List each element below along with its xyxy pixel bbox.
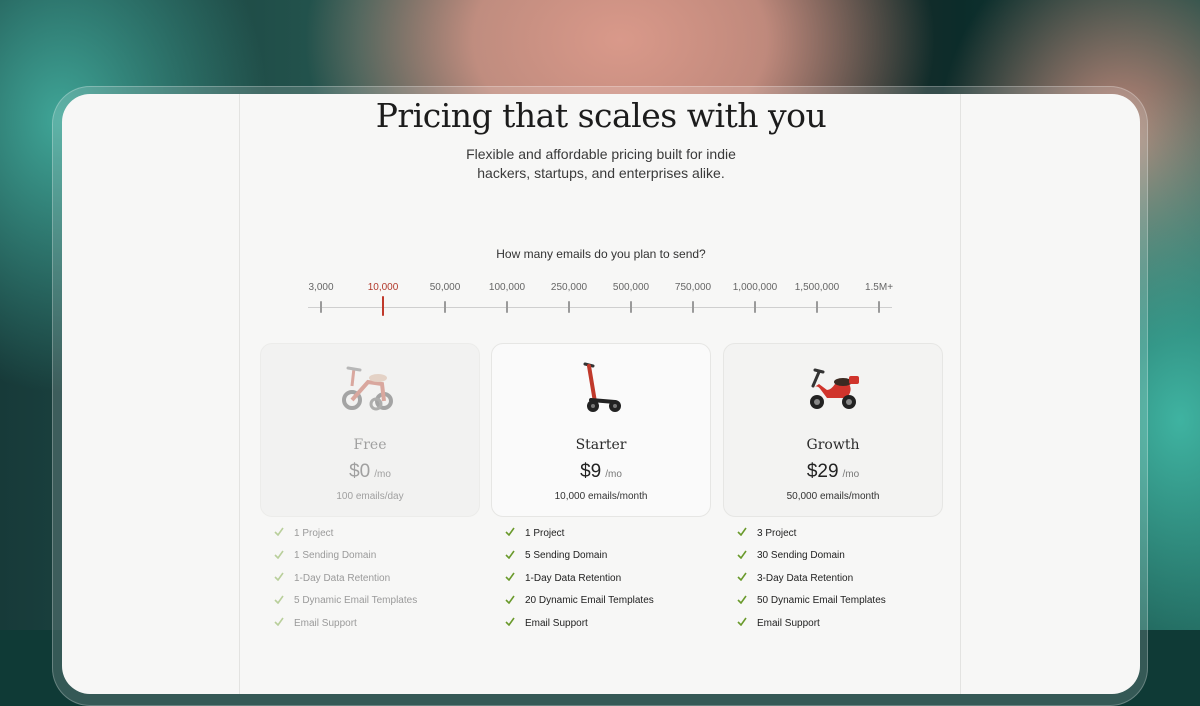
feature-label: 1 Project <box>294 527 334 539</box>
plan-card-starter[interactable]: Starter $9/mo 10,000 emails/month <box>491 343 711 517</box>
tick-mark <box>816 301 818 313</box>
check-icon <box>274 550 284 562</box>
feature-label: 20 Dynamic Email Templates <box>525 595 654 607</box>
tick-label[interactable]: 50,000 <box>430 282 461 293</box>
plan-volume: 50,000 emails/month <box>786 491 880 502</box>
page-subtitle: Flexible and affordable pricing built fo… <box>451 145 751 183</box>
tick-mark <box>754 301 756 313</box>
feature-label: 1-Day Data Retention <box>294 572 391 584</box>
tick-mark <box>444 301 446 313</box>
volume-slider[interactable]: 3,000 10,000 50,000 100,000 250,000 500,… <box>308 282 893 322</box>
tick-label[interactable]: 10,000 <box>368 282 399 293</box>
plan-price: $0/mo <box>261 461 479 483</box>
feature-item: 1 Project <box>260 522 478 545</box>
feature-item: 3-Day Data Retention <box>723 567 941 590</box>
tick-mark <box>506 301 508 313</box>
check-icon <box>274 595 284 607</box>
feature-item: 5 Sending Domain <box>491 545 709 568</box>
plan-card-growth[interactable]: Growth $29/mo 50,000 emails/month <box>723 343 943 517</box>
check-icon <box>505 617 515 629</box>
feature-item: Email Support <box>723 612 941 635</box>
price-amount: $9 <box>580 461 602 482</box>
feature-item: Email Support <box>260 612 478 635</box>
tick-label[interactable]: 1,500,000 <box>795 282 840 293</box>
page-title: Pricing that scales with you <box>375 96 827 135</box>
feature-item: 1 Project <box>491 522 709 545</box>
feature-label: 30 Sending Domain <box>757 550 845 562</box>
feature-item: Email Support <box>491 612 709 635</box>
check-icon <box>505 550 515 562</box>
check-icon <box>737 550 747 562</box>
scooter-icon <box>492 360 710 418</box>
plan-name: Starter <box>575 437 627 453</box>
tick-mark <box>320 301 322 313</box>
tick-label[interactable]: 3,000 <box>308 282 333 293</box>
feature-item: 1-Day Data Retention <box>491 567 709 590</box>
price-period: /mo <box>842 469 860 480</box>
pricing-card: Pricing that scales with you Flexible an… <box>62 94 1140 694</box>
subtitle-line: Flexible and affordable pricing built fo… <box>466 146 736 162</box>
tick-label[interactable]: 750,000 <box>675 282 711 293</box>
feature-label: 50 Dynamic Email Templates <box>757 595 886 607</box>
feature-item: 1-Day Data Retention <box>260 567 478 590</box>
slider-track[interactable] <box>308 307 892 308</box>
feature-list-free: 1 Project 1 Sending Domain 1-Day Data Re… <box>260 522 478 635</box>
feature-item: 5 Dynamic Email Templates <box>260 590 478 613</box>
plan-name: Growth <box>806 437 860 453</box>
feature-label: Email Support <box>294 617 357 629</box>
feature-label: 5 Dynamic Email Templates <box>294 595 418 607</box>
feature-label: Email Support <box>525 617 588 629</box>
check-icon <box>737 595 747 607</box>
feature-label: Email Support <box>757 617 820 629</box>
slider-handle[interactable] <box>382 296 384 316</box>
feature-label: 1 Sending Domain <box>294 550 377 562</box>
plan-volume: 10,000 emails/month <box>554 491 648 502</box>
check-icon <box>505 595 515 607</box>
check-icon <box>737 527 747 539</box>
check-icon <box>274 527 284 539</box>
tick-label[interactable]: 500,000 <box>613 282 649 293</box>
plan-card-free[interactable]: Free $0/mo 100 emails/day <box>260 343 480 517</box>
check-icon <box>505 527 515 539</box>
tick-label[interactable]: 250,000 <box>551 282 587 293</box>
subtitle-line: hackers, startups, and enterprises alike… <box>477 165 725 181</box>
volume-question: How many emails do you plan to send? <box>496 247 706 261</box>
tick-label[interactable]: 100,000 <box>489 282 525 293</box>
feature-item: 50 Dynamic Email Templates <box>723 590 941 613</box>
feature-list-growth: 3 Project 30 Sending Domain 3-Day Data R… <box>723 522 941 635</box>
tick-mark <box>630 301 632 313</box>
price-amount: $0 <box>349 461 371 482</box>
guide-line-left <box>239 94 240 694</box>
tick-mark <box>878 301 880 313</box>
plan-price: $29/mo <box>724 461 942 483</box>
plan-name: Free <box>353 437 387 453</box>
feature-label: 5 Sending Domain <box>525 550 608 562</box>
check-icon <box>737 572 747 584</box>
tick-mark <box>568 301 570 313</box>
plan-price: $9/mo <box>492 461 710 483</box>
guide-line-right <box>960 94 961 694</box>
check-icon <box>274 617 284 629</box>
tick-label[interactable]: 1.5M+ <box>865 282 893 293</box>
feature-list-starter: 1 Project 5 Sending Domain 1-Day Data Re… <box>491 522 709 635</box>
tick-mark <box>692 301 694 313</box>
feature-item: 20 Dynamic Email Templates <box>491 590 709 613</box>
check-icon <box>274 572 284 584</box>
feature-label: 1-Day Data Retention <box>525 572 622 584</box>
price-period: /mo <box>374 469 391 480</box>
feature-label: 3-Day Data Retention <box>757 572 854 584</box>
price-period: /mo <box>605 469 622 480</box>
check-icon <box>737 617 747 629</box>
check-icon <box>505 572 515 584</box>
feature-label: 3 Project <box>757 527 797 539</box>
feature-item: 1 Sending Domain <box>260 545 478 568</box>
moped-icon <box>724 360 942 418</box>
plan-volume: 100 emails/day <box>336 491 404 502</box>
tick-label[interactable]: 1,000,000 <box>733 282 778 293</box>
feature-label: 1 Project <box>525 527 565 539</box>
feature-item: 30 Sending Domain <box>723 545 941 568</box>
price-amount: $29 <box>806 461 839 482</box>
tricycle-icon <box>261 360 479 418</box>
feature-item: 3 Project <box>723 522 941 545</box>
